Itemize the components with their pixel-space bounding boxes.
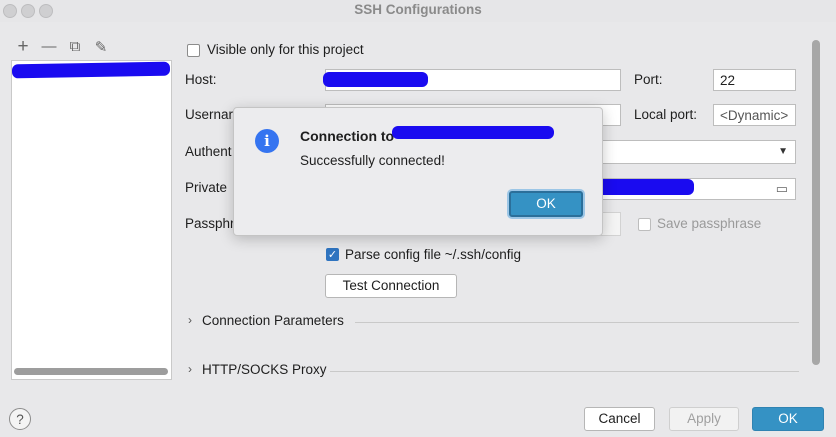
- section-divider: [355, 322, 799, 323]
- help-icon[interactable]: ?: [9, 408, 31, 430]
- edit-icon[interactable]: ✎: [92, 38, 110, 56]
- folder-icon[interactable]: ▭: [776, 181, 788, 197]
- configurations-list[interactable]: [11, 60, 172, 380]
- save-passphrase-checkbox[interactable]: [638, 218, 651, 231]
- visible-only-checkbox[interactable]: [187, 44, 200, 57]
- private-key-redaction: [596, 179, 694, 195]
- port-label: Port:: [634, 72, 663, 87]
- test-connection-button[interactable]: Test Connection: [325, 274, 457, 298]
- list-horizontal-scrollbar[interactable]: [14, 368, 168, 375]
- info-icon: i: [255, 129, 279, 153]
- port-value: 22: [720, 73, 736, 88]
- add-icon[interactable]: +: [14, 36, 32, 58]
- dialog-title: Connection to: [300, 128, 395, 144]
- chevron-right-icon[interactable]: ›: [188, 313, 192, 327]
- username-label: Usernar: [185, 107, 234, 122]
- copy-icon[interactable]: ⧉: [66, 38, 84, 55]
- parse-config-checkbox[interactable]: ✓: [326, 248, 339, 261]
- private-key-label: Private: [185, 180, 228, 195]
- window-title: SSH Configurations: [354, 2, 482, 17]
- ok-button[interactable]: OK: [752, 407, 824, 431]
- http-socks-proxy-toggle[interactable]: HTTP/SOCKS Proxy: [202, 362, 327, 377]
- form-vertical-scrollbar[interactable]: [812, 40, 820, 365]
- save-passphrase-label: Save passphrase: [657, 216, 762, 231]
- section-divider: [330, 371, 799, 372]
- local-port-placeholder: <Dynamic>: [720, 108, 789, 123]
- host-redaction: [323, 72, 428, 87]
- visible-only-label: Visible only for this project: [207, 42, 364, 57]
- port-input[interactable]: 22: [713, 69, 796, 91]
- auth-type-label: Authent: [185, 144, 232, 159]
- passphrase-label: Passphr: [185, 216, 235, 231]
- dialog-ok-button[interactable]: OK: [509, 191, 583, 217]
- chevron-right-icon[interactable]: ›: [188, 362, 192, 376]
- connection-parameters-toggle[interactable]: Connection Parameters: [202, 313, 344, 328]
- remove-icon[interactable]: —: [40, 38, 58, 55]
- dialog-title-redaction: [392, 126, 554, 139]
- local-port-input[interactable]: <Dynamic>: [713, 104, 796, 126]
- redacted-config-item[interactable]: [11, 61, 171, 79]
- parse-config-label: Parse config file ~/.ssh/config: [345, 247, 521, 262]
- apply-button[interactable]: Apply: [669, 407, 739, 431]
- cancel-button[interactable]: Cancel: [584, 407, 655, 431]
- chevron-down-icon: ▼: [778, 146, 788, 157]
- local-port-label: Local port:: [634, 107, 698, 122]
- host-label: Host:: [185, 72, 217, 87]
- dialog-message: Successfully connected!: [300, 153, 445, 168]
